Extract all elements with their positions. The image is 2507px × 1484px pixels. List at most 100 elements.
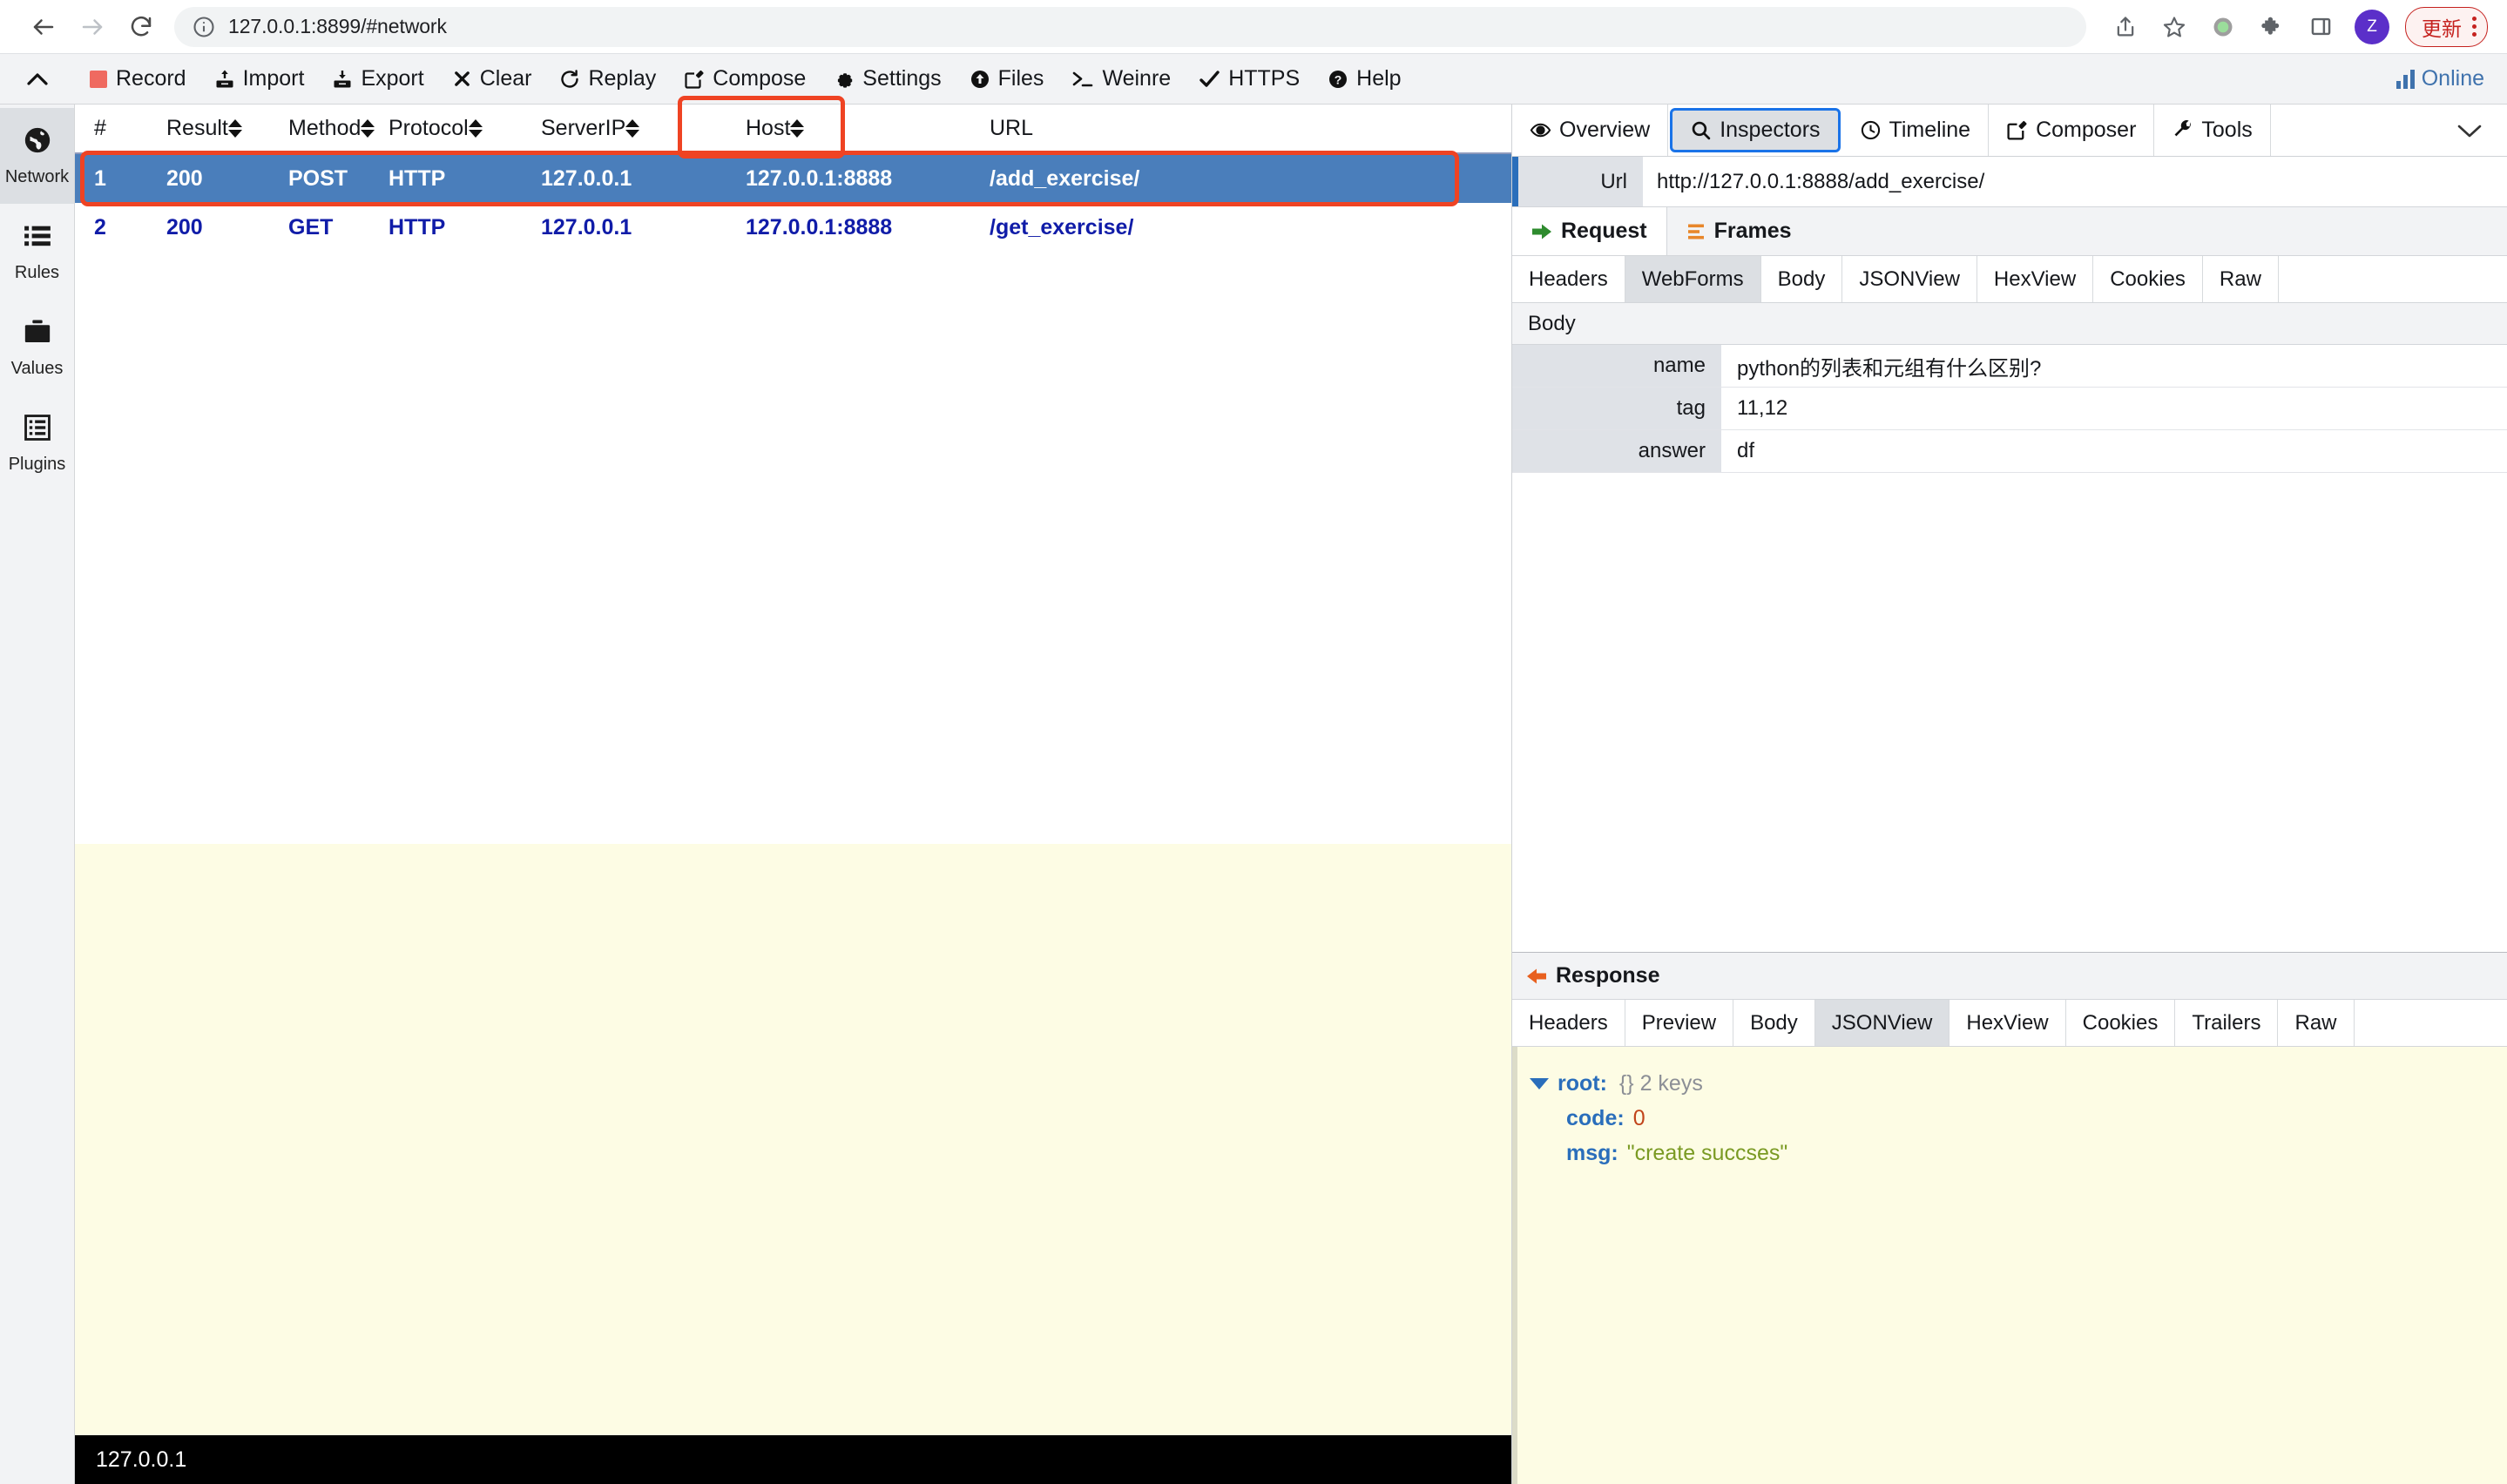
update-button[interactable]: 更新 bbox=[2405, 6, 2488, 47]
request-tab-headers[interactable]: Headers bbox=[1512, 256, 1625, 302]
url-field-value[interactable]: http://127.0.0.1:8888/add_exercise/ bbox=[1643, 157, 2507, 206]
json-root-meta: {} 2 keys bbox=[1618, 1070, 1703, 1096]
toolbar-settings-button[interactable]: Settings bbox=[820, 54, 955, 105]
response-tab-jsonview[interactable]: JSONView bbox=[1814, 1000, 1950, 1046]
toolbar-help-button[interactable]: ? Help bbox=[1314, 54, 1415, 105]
chevron-down-icon[interactable] bbox=[2432, 105, 2507, 156]
column-header-method[interactable]: Method bbox=[288, 104, 389, 153]
inspector-url-row: Url http://127.0.0.1:8888/add_exercise/ bbox=[1512, 157, 2507, 207]
table-row[interactable]: 1 200 POST HTTP 127.0.0.1 127.0.0.1:8888… bbox=[75, 154, 1511, 203]
svg-text:?: ? bbox=[1335, 72, 1342, 86]
toolbar-record-button[interactable]: Record bbox=[75, 54, 200, 105]
tab-label: Timeline bbox=[1889, 118, 1971, 142]
column-header-label: ServerIP bbox=[541, 116, 626, 140]
response-tab-body[interactable]: Body bbox=[1733, 1000, 1815, 1046]
column-header-host[interactable]: Host bbox=[746, 104, 990, 153]
inspector-pane: Overview Inspectors Timeline Composer To… bbox=[1512, 105, 2507, 1484]
tab-inspectors[interactable]: Inspectors bbox=[1670, 108, 1841, 152]
sidebar-item-values[interactable]: Values bbox=[0, 300, 74, 395]
toolbar-export-button[interactable]: Export bbox=[318, 54, 437, 105]
tab-tools[interactable]: Tools bbox=[2154, 105, 2271, 156]
column-header-url[interactable]: URL bbox=[990, 104, 1511, 153]
response-tab-preview[interactable]: Preview bbox=[1625, 1000, 1734, 1046]
column-header-index[interactable]: # bbox=[75, 104, 166, 153]
address-bar[interactable]: 127.0.0.1:8899/#network bbox=[174, 6, 2086, 47]
sort-toggle-icon[interactable] bbox=[361, 119, 375, 138]
sidebar-item-plugins[interactable]: Plugins bbox=[0, 395, 74, 491]
sidebar-item-network[interactable]: Network bbox=[0, 108, 74, 204]
tab-composer[interactable]: Composer bbox=[1989, 105, 2155, 156]
table-row[interactable]: 2 200 GET HTTP 127.0.0.1 127.0.0.1:8888 … bbox=[75, 203, 1511, 252]
back-arrow-icon[interactable] bbox=[19, 3, 68, 51]
left-rail: Network Rules Values Plugins bbox=[0, 105, 75, 1484]
list-icon bbox=[23, 221, 52, 255]
response-tab-headers[interactable]: Headers bbox=[1512, 1000, 1625, 1046]
sort-toggle-icon[interactable] bbox=[468, 119, 483, 138]
forward-arrow-icon[interactable] bbox=[68, 3, 117, 51]
tab-label: Preview bbox=[1641, 1010, 1717, 1035]
sort-toggle-icon[interactable] bbox=[790, 119, 805, 138]
tab-label: JSONView bbox=[1831, 1010, 1933, 1035]
tab-label: Tools bbox=[2201, 118, 2253, 142]
column-header-serverip[interactable]: ServerIP bbox=[541, 104, 746, 153]
sort-toggle-icon[interactable] bbox=[625, 119, 640, 138]
tab-label: Cookies bbox=[2110, 266, 2186, 291]
response-tab-hexview[interactable]: HexView bbox=[1950, 1000, 2066, 1046]
toolbar-clear-button[interactable]: Clear bbox=[438, 54, 546, 105]
check-icon bbox=[1199, 69, 1220, 90]
toolbar-files-button[interactable]: Files bbox=[956, 54, 1058, 105]
subtab-label: Request bbox=[1561, 219, 1647, 243]
toolbar-replay-button[interactable]: Replay bbox=[545, 54, 670, 105]
json-value: 0 bbox=[1632, 1105, 1645, 1130]
column-header-label: Host bbox=[746, 116, 791, 140]
sidebar-item-rules[interactable]: Rules bbox=[0, 204, 74, 300]
toolbar-weinre-button[interactable]: Weinre bbox=[1058, 54, 1185, 105]
share-icon[interactable] bbox=[2104, 5, 2147, 49]
sidebar-item-label: Rules bbox=[14, 262, 60, 282]
column-header-result[interactable]: Result bbox=[166, 104, 288, 153]
response-tab-cookies[interactable]: Cookies bbox=[2066, 1000, 2176, 1046]
green-dot-extension-icon[interactable] bbox=[2201, 5, 2245, 49]
avatar[interactable]: Z bbox=[2355, 9, 2389, 44]
side-panel-icon[interactable] bbox=[2299, 5, 2342, 49]
cell-index: 1 bbox=[94, 165, 106, 191]
request-tab-raw[interactable]: Raw bbox=[2203, 256, 2279, 302]
star-icon[interactable] bbox=[2152, 5, 2196, 49]
request-view-tabs: Headers WebForms Body JSONView HexView C… bbox=[1512, 256, 2507, 303]
sort-toggle-icon[interactable] bbox=[227, 119, 242, 138]
online-status[interactable]: Online bbox=[2396, 66, 2484, 91]
column-header-protocol[interactable]: Protocol bbox=[389, 104, 541, 153]
response-section: Response Headers Preview Body JSONView H… bbox=[1512, 952, 2507, 1484]
site-info-icon[interactable] bbox=[192, 15, 216, 39]
compose-pencil-icon bbox=[684, 69, 705, 90]
request-tab-body[interactable]: Body bbox=[1761, 256, 1843, 302]
request-tab-cookies[interactable]: Cookies bbox=[2093, 256, 2203, 302]
request-tab-jsonview[interactable]: JSONView bbox=[1842, 256, 1977, 302]
tab-label: Cookies bbox=[2082, 1010, 2159, 1035]
tab-overview[interactable]: Overview bbox=[1512, 105, 1669, 156]
webform-value[interactable]: 11,12 bbox=[1721, 388, 2507, 429]
tab-label: HexView bbox=[1966, 1010, 2049, 1035]
webform-value[interactable]: df bbox=[1721, 430, 2507, 472]
reload-icon[interactable] bbox=[117, 3, 166, 51]
request-tab-webforms[interactable]: WebForms bbox=[1625, 256, 1761, 302]
toolbar-import-button[interactable]: Import bbox=[200, 54, 319, 105]
subtab-frames[interactable]: Frames bbox=[1667, 207, 1811, 255]
briefcase-icon bbox=[23, 317, 52, 351]
chevron-up-icon[interactable] bbox=[0, 71, 75, 88]
tab-timeline[interactable]: Timeline bbox=[1842, 105, 1990, 156]
json-entry: msg: "create succses" bbox=[1530, 1136, 2507, 1170]
webform-value[interactable]: python的列表和元组有什么区别? bbox=[1721, 345, 2507, 387]
request-tab-hexview[interactable]: HexView bbox=[1977, 256, 2094, 302]
puzzle-extensions-icon[interactable] bbox=[2250, 5, 2294, 49]
response-tab-raw[interactable]: Raw bbox=[2278, 1000, 2355, 1046]
toolbar-https-button[interactable]: HTTPS bbox=[1185, 54, 1314, 105]
subtab-request[interactable]: Request bbox=[1512, 207, 1667, 255]
json-root-line[interactable]: root: {} 2 keys bbox=[1530, 1066, 2507, 1101]
three-dot-menu-icon[interactable] bbox=[2472, 17, 2477, 37]
response-tab-trailers[interactable]: Trailers bbox=[2175, 1000, 2279, 1046]
tab-label: Raw bbox=[2219, 266, 2261, 291]
collapse-caret-icon[interactable] bbox=[1530, 1077, 1549, 1089]
toolbar-compose-button[interactable]: Compose bbox=[670, 54, 820, 105]
sidebar-item-label: Values bbox=[10, 358, 64, 378]
